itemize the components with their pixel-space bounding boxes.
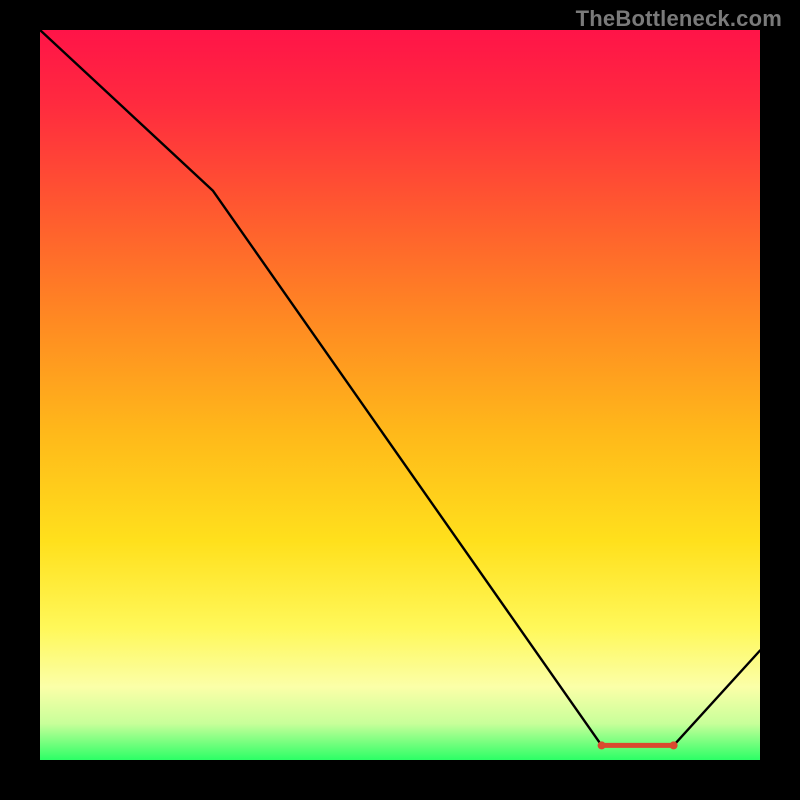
optimal-range-end-dot: [670, 741, 678, 749]
watermark-text: TheBottleneck.com: [576, 6, 782, 32]
optimal-range-start-dot: [598, 741, 606, 749]
chart-svg-layer: [40, 30, 760, 760]
bottleneck-curve-line: [40, 30, 760, 745]
plot-area: [40, 30, 760, 760]
chart-stage: TheBottleneck.com: [0, 0, 800, 800]
